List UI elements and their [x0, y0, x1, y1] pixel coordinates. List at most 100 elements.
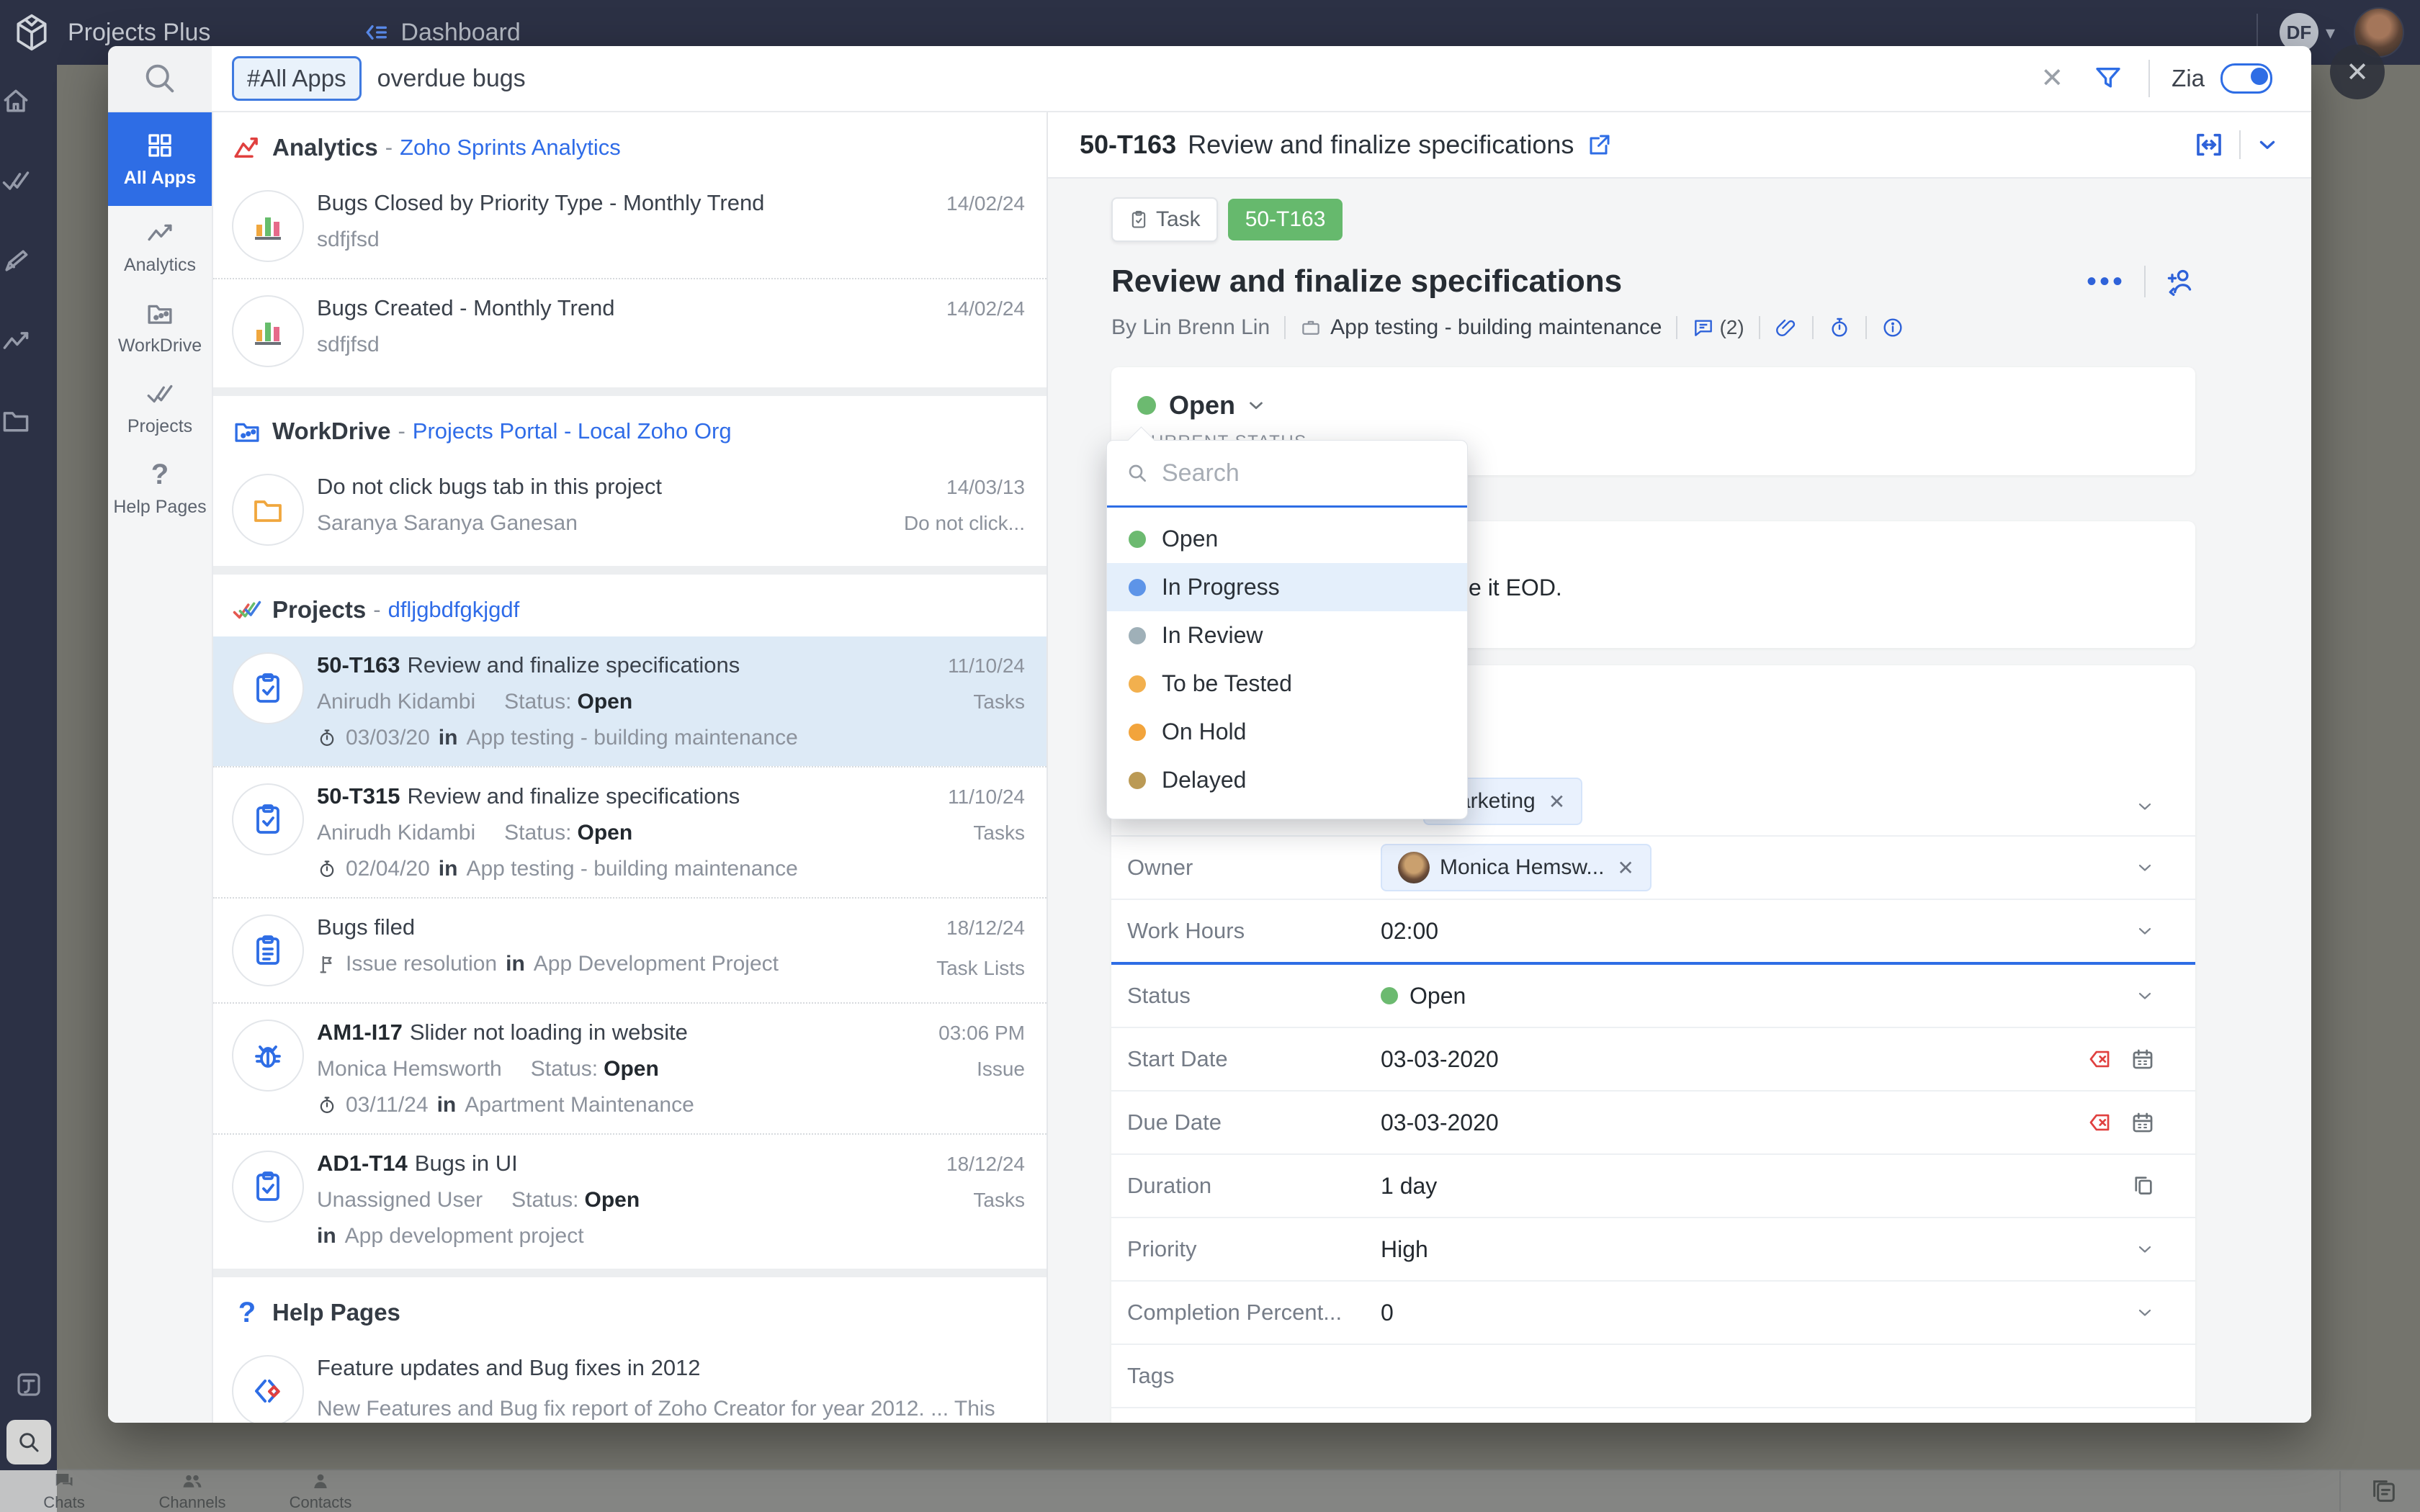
- result-status-label: Status:: [504, 821, 571, 845]
- tab-dashboard[interactable]: Dashboard: [400, 19, 520, 47]
- chevron-icon[interactable]: [2135, 1239, 2155, 1259]
- collapse-detail-chevron-icon[interactable]: [2255, 132, 2280, 157]
- result-row[interactable]: 50-T163Review and finalize specification…: [213, 636, 1047, 766]
- info-icon[interactable]: [1881, 316, 1904, 339]
- collapse-panel-icon[interactable]: [362, 18, 390, 47]
- attachment-icon[interactable]: [1775, 316, 1798, 339]
- avatar-caret-icon[interactable]: ▾: [2326, 22, 2335, 44]
- field-row-tags[interactable]: Tags: [1111, 1345, 2195, 1408]
- close-search-button[interactable]: ✕: [2330, 45, 2385, 99]
- result-icon-circle: [232, 190, 304, 262]
- comments-icon[interactable]: [1692, 316, 1715, 339]
- result-main: AD1-T14Bugs in UI18/12/24Unassigned User…: [317, 1151, 1025, 1248]
- question-blue-icon: ?: [232, 1297, 262, 1328]
- backspace-clear-icon[interactable]: [2087, 1110, 2112, 1135]
- zia-toggle[interactable]: [2220, 63, 2272, 94]
- filter-funnel-icon[interactable]: [2094, 64, 2123, 93]
- calendar-icon[interactable]: [2130, 1047, 2155, 1071]
- section-link[interactable]: dfljgbdfgkjgdf: [388, 597, 520, 623]
- more-actions-icon[interactable]: •••: [2087, 274, 2125, 289]
- field-row-work-hours[interactable]: Work Hours02:00: [1111, 900, 2195, 965]
- remove-owner-icon[interactable]: ✕: [1617, 856, 1634, 880]
- field-label: Priority: [1127, 1236, 1381, 1262]
- open-in-new-icon[interactable]: [1587, 132, 1613, 158]
- field-row-reminder[interactable]: ReminderNone: [1111, 1408, 2195, 1423]
- task-clipboard-icon: [1129, 210, 1149, 230]
- status-option-delayed[interactable]: Delayed: [1107, 756, 1467, 804]
- chevron-icon[interactable]: [2135, 921, 2155, 941]
- clear-search-icon[interactable]: ✕: [2040, 65, 2063, 92]
- chevron-icon[interactable]: [2135, 986, 2155, 1006]
- double-check-icon: [145, 379, 175, 409]
- grid-icon: [145, 130, 175, 161]
- search-input[interactable]: overdue bugs: [377, 65, 2041, 93]
- sidebar-item-all-apps[interactable]: All Apps: [108, 112, 212, 206]
- result-row[interactable]: Feature updates and Bug fixes in 2012New…: [213, 1339, 1047, 1423]
- status-option-in-progress[interactable]: In Progress: [1107, 563, 1467, 611]
- field-row-duration[interactable]: Duration1 day: [1111, 1155, 2195, 1218]
- rail-search-button[interactable]: [6, 1420, 51, 1464]
- entity-type-chip: Task: [1111, 197, 1218, 242]
- status-option-open[interactable]: Open: [1107, 515, 1467, 563]
- calendar-icon[interactable]: [2130, 1110, 2155, 1135]
- result-row[interactable]: Bugs filed18/12/24Issue resolutioninApp …: [213, 897, 1047, 1002]
- status-trigger[interactable]: Open: [1137, 390, 2195, 420]
- result-row[interactable]: 50-T315Review and finalize specification…: [213, 766, 1047, 897]
- field-value-text: 0: [1381, 1300, 1394, 1326]
- dropdown-search-row[interactable]: Search: [1107, 441, 1467, 508]
- section-link[interactable]: Projects Portal - Local Zoho Org: [413, 418, 732, 444]
- double-check-icon[interactable]: [0, 165, 32, 197]
- remove-tag-icon[interactable]: ✕: [1549, 790, 1565, 814]
- chevron-icon[interactable]: [2135, 858, 2155, 878]
- add-follower-icon[interactable]: [2164, 266, 2196, 297]
- result-icon-circle: [232, 1151, 304, 1223]
- status-option-dot: [1129, 724, 1146, 741]
- chevron-icon[interactable]: [2135, 796, 2155, 816]
- project-name[interactable]: App testing - building maintenance: [1330, 315, 1662, 340]
- result-icon-circle: [232, 1020, 304, 1092]
- status-option-in-review[interactable]: In Review: [1107, 611, 1467, 660]
- translate-icon[interactable]: [14, 1369, 44, 1400]
- expand-panel-icon[interactable]: [2193, 130, 2225, 159]
- folder-icon[interactable]: [0, 405, 32, 436]
- result-title: 50-T163Review and finalize specification…: [317, 652, 933, 678]
- section-link[interactable]: Zoho Sprints Analytics: [400, 135, 621, 161]
- field-value: 03-03-2020: [1381, 1046, 2069, 1073]
- result-row[interactable]: Do not click bugs tab in this project14/…: [213, 458, 1047, 562]
- result-row[interactable]: Bugs Closed by Priority Type - Monthly T…: [213, 174, 1047, 278]
- result-row[interactable]: AM1-I17Slider not loading in website03:0…: [213, 1002, 1047, 1133]
- timer-icon[interactable]: [1828, 316, 1851, 339]
- backspace-clear-icon[interactable]: [2087, 1047, 2112, 1071]
- copy-duration-icon[interactable]: [2130, 1174, 2155, 1198]
- field-row-priority[interactable]: PriorityHigh: [1111, 1218, 2195, 1282]
- result-date: 11/10/24: [948, 654, 1025, 678]
- home-icon[interactable]: [0, 85, 32, 117]
- status-option-to-be-tested[interactable]: To be Tested: [1107, 660, 1467, 708]
- sidebar-item-projects[interactable]: Projects: [108, 367, 212, 448]
- field-row-due-date[interactable]: Due Date03-03-2020: [1111, 1092, 2195, 1155]
- result-meta-line: sdfjfsd: [317, 228, 1025, 252]
- field-row-completion-percent-[interactable]: Completion Percent...0: [1111, 1282, 2195, 1345]
- field-value-text: 02:00: [1381, 918, 1438, 945]
- chevron-icon[interactable]: [2135, 1302, 2155, 1323]
- field-row-status[interactable]: StatusOpen: [1111, 965, 2195, 1028]
- result-type: Tasks: [973, 822, 1025, 845]
- result-id: 50-T163: [317, 652, 400, 678]
- field-label-text: Priority: [1127, 1236, 1196, 1262]
- timer-project: Apartment Maintenance: [465, 1093, 694, 1117]
- field-row-start-date[interactable]: Start Date03-03-2020: [1111, 1028, 2195, 1092]
- status-option-on-hold[interactable]: On Hold: [1107, 708, 1467, 756]
- sidebar-item-workdrive[interactable]: WorkDrive: [108, 287, 212, 367]
- result-row[interactable]: AD1-T14Bugs in UI18/12/24Unassigned User…: [213, 1133, 1047, 1264]
- pen-icon[interactable]: [0, 245, 32, 276]
- sidebar-item-label: Projects: [127, 416, 192, 437]
- result-row[interactable]: Bugs Created - Monthly Trend14/02/24sdfj…: [213, 278, 1047, 383]
- search-scope-chip[interactable]: #All Apps: [232, 56, 362, 101]
- sidebar-item-analytics[interactable]: Analytics: [108, 206, 212, 287]
- owner-chip[interactable]: Monica Hemsw...✕: [1381, 844, 1652, 891]
- sidebar-item-help-pages[interactable]: ?Help Pages: [108, 448, 212, 528]
- field-row-owner[interactable]: OwnerMonica Hemsw...✕: [1111, 837, 2195, 900]
- result-meta-line: sdfjfsd: [317, 333, 1025, 357]
- chart-line-icon[interactable]: [0, 325, 32, 356]
- result-status-value: Open: [578, 821, 633, 845]
